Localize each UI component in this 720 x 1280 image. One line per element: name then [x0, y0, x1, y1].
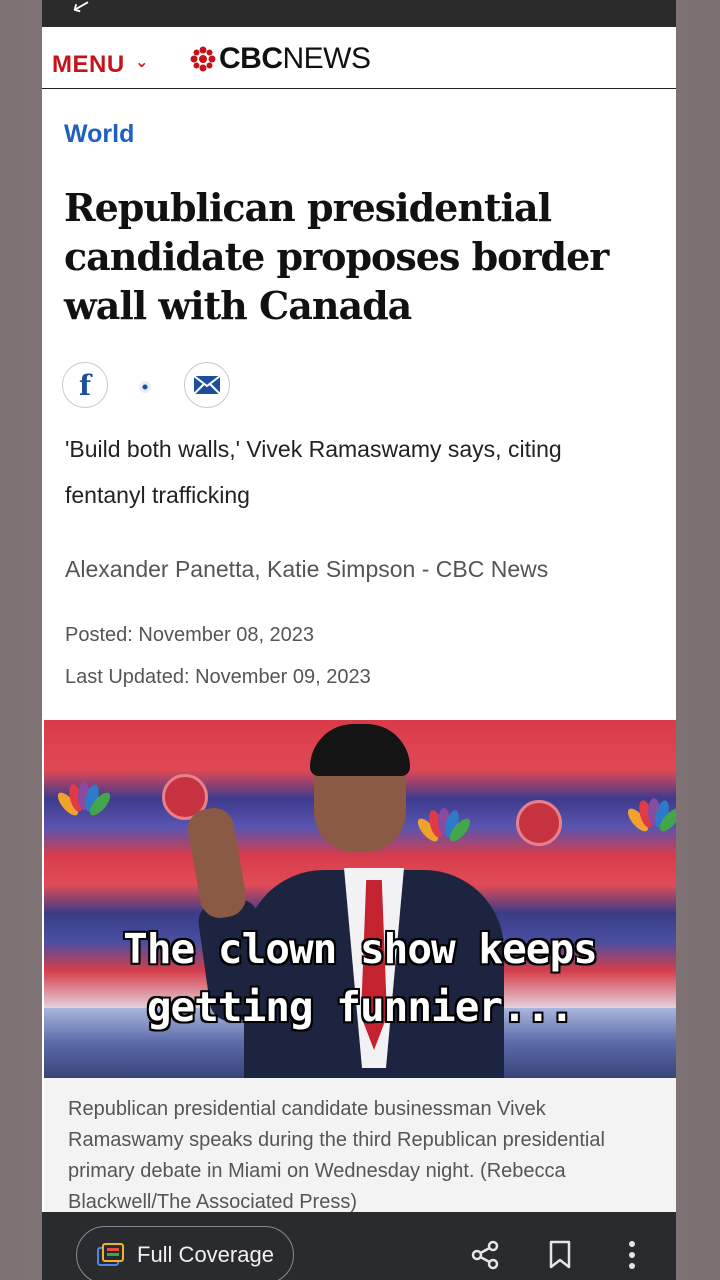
speaker-hair	[310, 724, 410, 776]
cbc-news-logo[interactable]: CBC NEWS	[190, 42, 371, 76]
photo-caption: Republican presidential candidate busine…	[44, 1078, 676, 1213]
article-headline: Republican presidential candidate propos…	[64, 185, 609, 328]
full-coverage-label: Full Coverage	[137, 1242, 274, 1267]
phone-screen: ← MENU ⌄ CBC NEWS World Republican presi…	[42, 0, 676, 1280]
site-header: MENU ⌄ CBC NEWS	[42, 27, 676, 89]
menu-button[interactable]: MENU	[52, 51, 125, 79]
cbc-gem-icon	[190, 46, 216, 72]
back-arrow-icon[interactable]: ←	[67, 0, 95, 22]
status-bar: ←	[42, 0, 676, 27]
speaker-hand	[184, 804, 250, 922]
share-buttons: f	[62, 362, 362, 410]
logo-news-text: NEWS	[282, 42, 372, 75]
posted-date: Posted: November 08, 2023	[65, 624, 315, 646]
section-link[interactable]: World	[64, 120, 134, 149]
facebook-icon[interactable]: f	[62, 362, 108, 408]
bottom-bar: Full Coverage	[42, 1212, 676, 1280]
logo-cbc-text: CBC	[219, 42, 283, 75]
nbc-peacock-logo	[417, 808, 470, 842]
overlay-line-1: The clown show keeps	[123, 925, 598, 973]
more-vert-icon[interactable]	[626, 1240, 638, 1270]
twitter-icon[interactable]	[138, 380, 152, 394]
nbc-peacock-logo	[57, 782, 110, 816]
updated-date: Last Updated: November 09, 2023	[65, 666, 371, 688]
full-coverage-button[interactable]: Full Coverage	[76, 1226, 294, 1280]
rnc-seal-logo	[516, 800, 562, 846]
email-icon[interactable]	[184, 362, 230, 408]
article-byline[interactable]: Alexander Panetta, Katie Simpson - CBC N…	[65, 556, 548, 583]
article-subheadline: 'Build both walls,' Vivek Ramaswamy says…	[65, 436, 562, 508]
overlay-line-2: getting funnier...	[146, 983, 574, 1031]
share-icon[interactable]	[470, 1240, 500, 1270]
nbc-peacock-logo	[627, 798, 676, 832]
meme-overlay-text: The clown show keeps getting funnier...	[0, 920, 720, 1036]
chevron-down-icon[interactable]: ⌄	[135, 52, 148, 71]
full-coverage-icon	[97, 1243, 124, 1266]
bookmark-icon[interactable]	[548, 1240, 572, 1270]
